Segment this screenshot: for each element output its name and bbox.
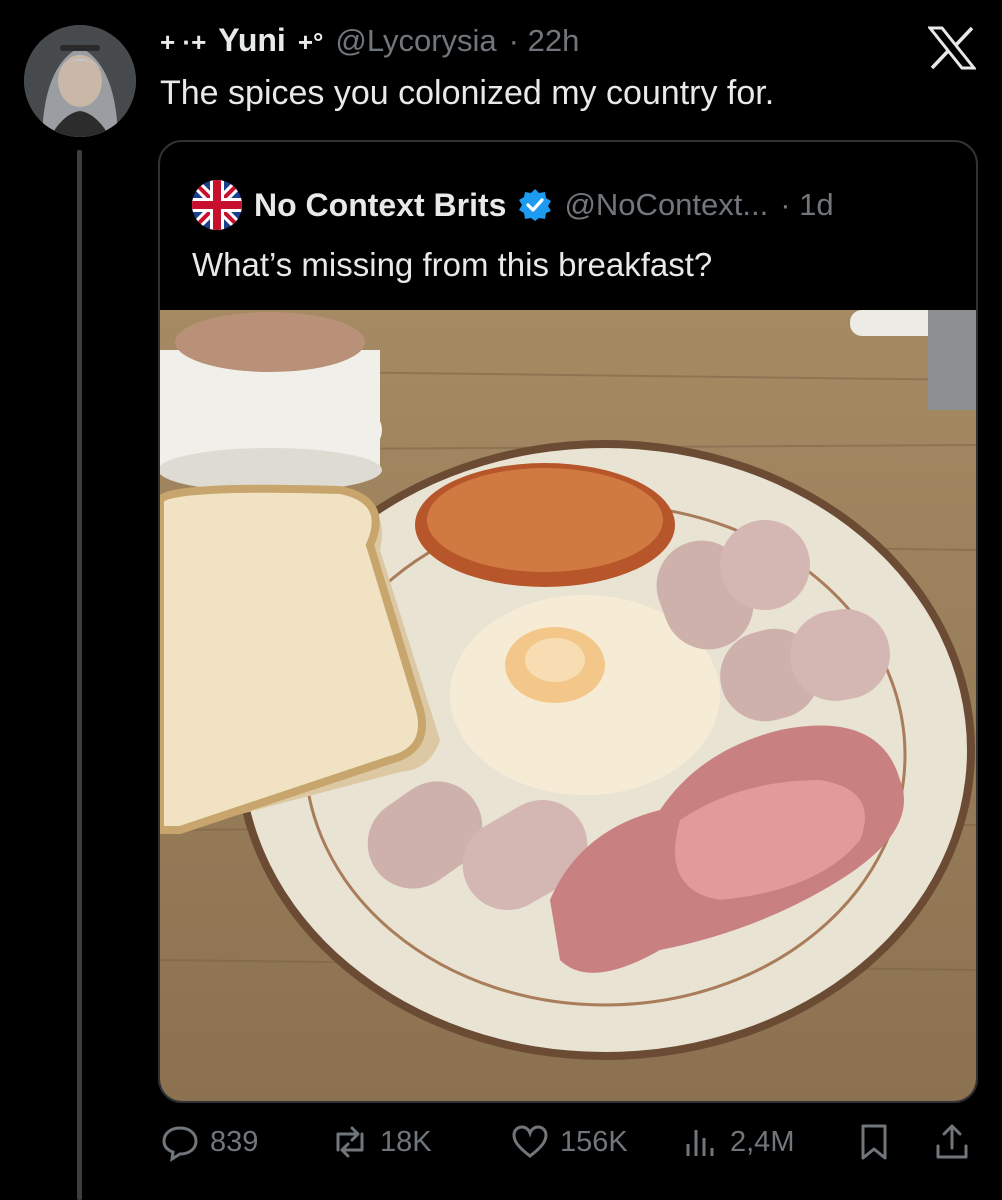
heart-icon: [512, 1125, 548, 1158]
quoted-text: What’s missing from this breakfast?: [192, 246, 713, 283]
views-button[interactable]: 2,4M: [680, 1122, 794, 1162]
views-icon: [686, 1130, 714, 1156]
user-handle[interactable]: @Lycorysia: [335, 23, 496, 59]
share-button[interactable]: [932, 1122, 972, 1162]
quoted-header: No Context Brits @NoContext... · 1d: [192, 180, 834, 230]
repost-count: 18K: [380, 1125, 432, 1158]
bookmark-icon: [861, 1124, 887, 1160]
name-decoration-prefix: + ·+: [160, 27, 207, 57]
breakfast-photo[interactable]: [160, 310, 976, 1103]
avatar[interactable]: [24, 25, 136, 137]
union-jack-flag-icon[interactable]: [192, 180, 242, 230]
views-count: 2,4M: [730, 1125, 795, 1158]
action-bar: 839 18K 156K 2,4M: [160, 1122, 980, 1172]
quoted-tweet[interactable]: No Context Brits @NoContext... · 1d What…: [158, 140, 978, 1103]
quoted-display-name[interactable]: No Context Brits: [254, 187, 506, 224]
reply-header: + ·+ Yuni +° @Lycorysia · 22h: [160, 22, 579, 66]
reply-icon: [162, 1126, 198, 1162]
quoted-handle[interactable]: @NoContext...: [564, 187, 768, 223]
thread-line: [77, 150, 82, 1200]
x-logo-icon: [928, 26, 976, 70]
quoted-time[interactable]: · 1d: [780, 187, 833, 223]
verified-badge-icon: [519, 189, 552, 221]
display-name[interactable]: Yuni: [218, 22, 286, 59]
tweet-text: The spices you colonized my country for.: [160, 74, 775, 112]
share-icon: [936, 1124, 968, 1159]
reply-count: 839: [210, 1125, 259, 1158]
like-button[interactable]: 156K: [510, 1122, 628, 1162]
bookmark-button[interactable]: [854, 1122, 894, 1162]
repost-button[interactable]: 18K: [330, 1122, 432, 1162]
reply-button[interactable]: 839: [160, 1122, 258, 1162]
post-time[interactable]: · 22h: [509, 23, 580, 59]
name-decoration-suffix: +°: [297, 27, 324, 57]
repost-icon: [336, 1126, 364, 1158]
like-count: 156K: [560, 1125, 628, 1158]
